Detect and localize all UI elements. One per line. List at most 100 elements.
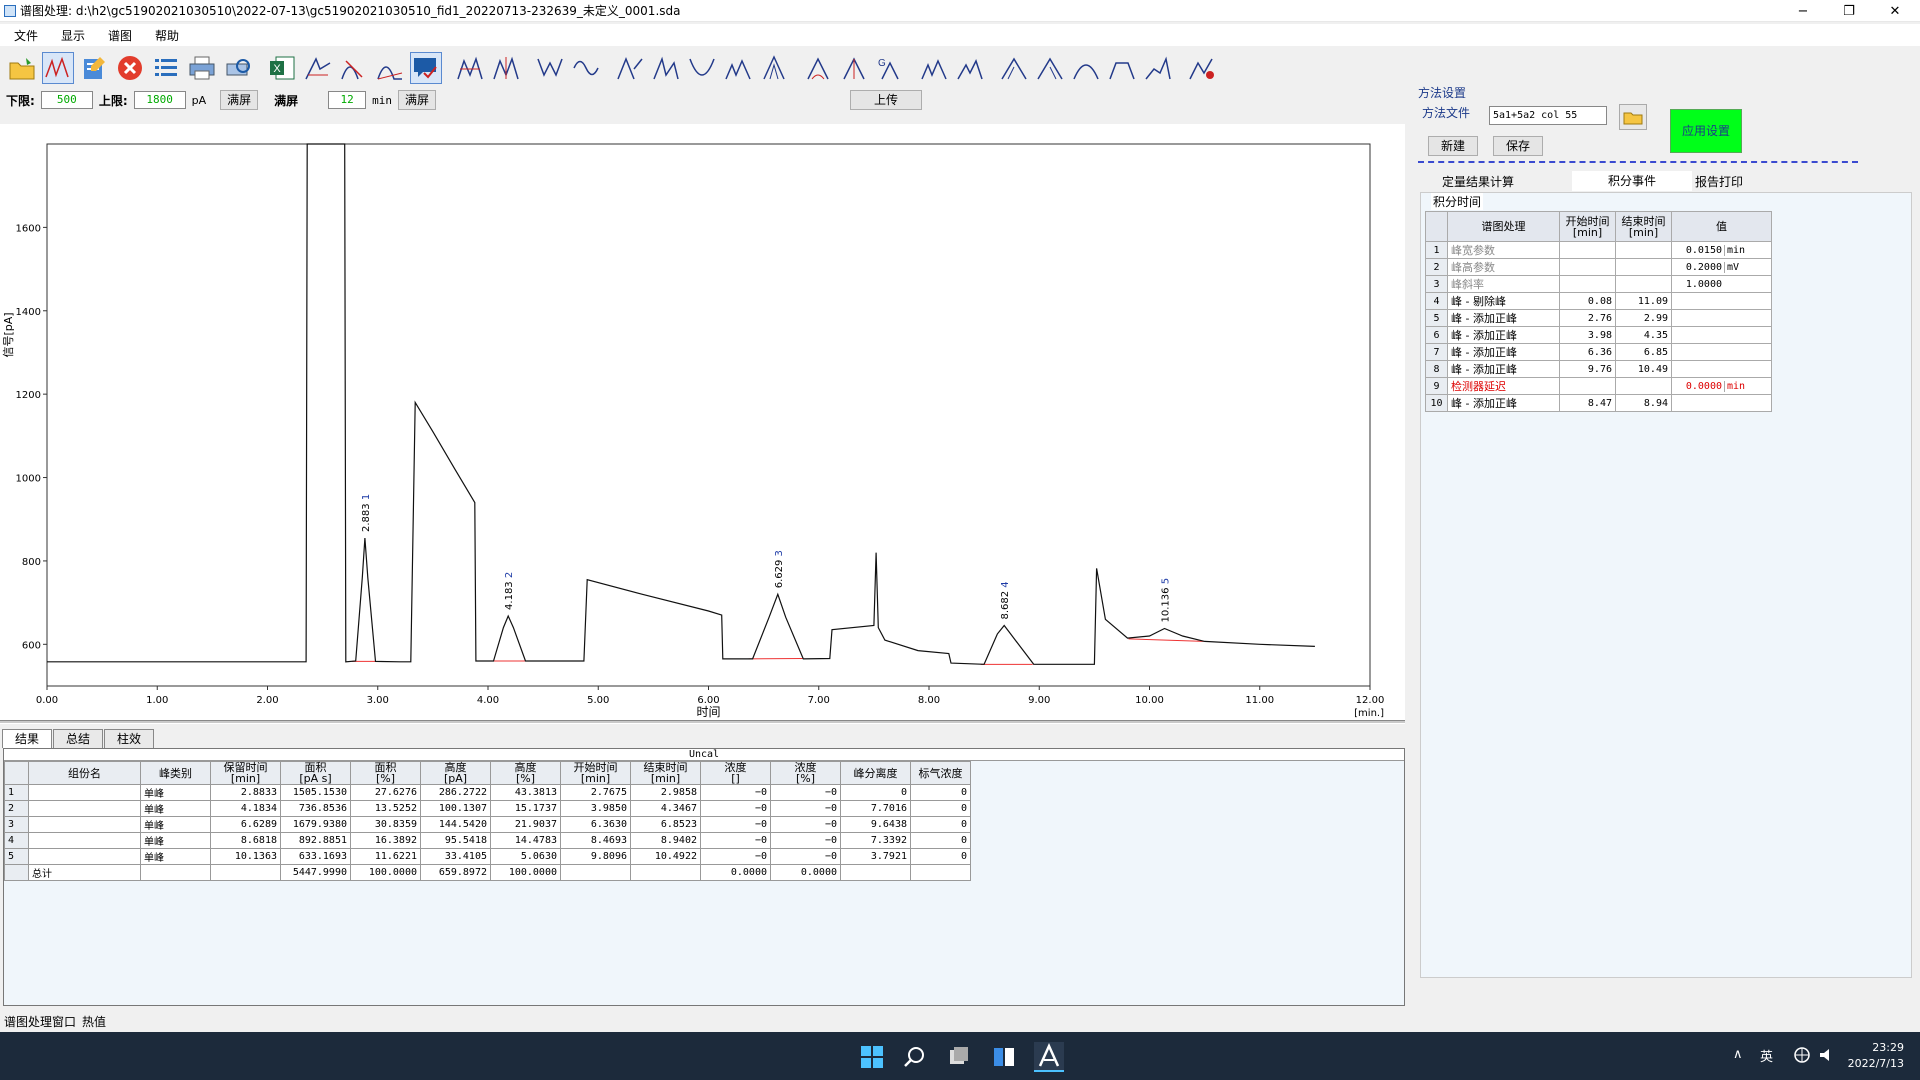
peak-split-icon[interactable]	[490, 52, 522, 84]
open-folder-icon[interactable]	[6, 52, 38, 84]
tab-column-efficiency[interactable]: 柱效	[104, 729, 155, 748]
event-row[interactable]: 7峰 - 添加正峰 6.36 6.85	[1425, 343, 1772, 361]
tab-results[interactable]: 结果	[2, 729, 53, 748]
results-col-header[interactable]: 组份名	[28, 761, 141, 785]
tab-quant-calc[interactable]: 定量结果计算	[1442, 173, 1514, 190]
save-method-button[interactable]: 保存	[1493, 136, 1543, 156]
double-peak-icon[interactable]	[722, 52, 754, 84]
volume-icon[interactable]	[1818, 1046, 1836, 1064]
event-row[interactable]: 1 峰宽参数 0.0150 min	[1425, 241, 1772, 259]
app-taskbar-icon[interactable]	[1034, 1042, 1064, 1072]
peak-settings-icon[interactable]	[1186, 52, 1218, 84]
excel-icon[interactable]: X	[266, 52, 298, 84]
browse-folder-icon[interactable]	[1619, 104, 1647, 130]
table-row[interactable]: 1 单峰 2.8833 1505.1530 27.6276 286.2722 43.3813…	[4, 784, 971, 801]
valley-icon[interactable]	[534, 52, 566, 84]
results-col-header[interactable]: 浓度 [%]	[770, 761, 841, 785]
results-col-header[interactable]: 高度 [%]	[490, 761, 561, 785]
tab-summary[interactable]: 总结	[53, 729, 104, 748]
event-row[interactable]: 2 峰高参数 0.2000 mV	[1425, 258, 1772, 276]
event-value-cell[interactable]: 0.0000 min	[1671, 377, 1772, 395]
task-view-icon[interactable]	[947, 1045, 971, 1069]
event-value-cell[interactable]: 1.0000	[1671, 275, 1772, 293]
peak-tool-5-icon[interactable]	[1070, 52, 1102, 84]
menu-view[interactable]: 显示	[61, 27, 85, 44]
results-col-header[interactable]: 高度 [pA]	[420, 761, 491, 785]
event-value-cell[interactable]	[1671, 292, 1772, 310]
event-value-cell[interactable]	[1671, 309, 1772, 327]
upload-button[interactable]: 上传	[850, 90, 922, 110]
results-col-header[interactable]: 结束时间 [min]	[630, 761, 701, 785]
shoulder-icon[interactable]	[614, 52, 646, 84]
print-icon[interactable]	[186, 52, 218, 84]
event-row[interactable]: 10 峰 - 添加正峰 8.47 8.94	[1425, 394, 1772, 412]
peak-label[interactable]: 4.183 2	[504, 572, 515, 610]
results-col-header[interactable]: 开始时间 [min]	[560, 761, 631, 785]
apply-settings-button[interactable]: 应用设置	[1670, 109, 1742, 153]
tab-report-print[interactable]: 报告打印	[1695, 173, 1743, 190]
event-row[interactable]: 4峰 - 剔除峰 0.08 11.09	[1425, 292, 1772, 310]
dip-icon[interactable]	[686, 52, 718, 84]
menu-help[interactable]: 帮助	[155, 27, 179, 44]
ime-indicator[interactable]: 英	[1760, 1046, 1773, 1065]
minimize-button[interactable]: −	[1780, 0, 1826, 22]
peak-tool-4-icon[interactable]	[1034, 52, 1066, 84]
event-value-cell[interactable]: 0.0150 min	[1671, 241, 1772, 259]
peak-mark-a-icon[interactable]	[802, 52, 834, 84]
chromatogram-icon[interactable]	[42, 52, 74, 84]
peak-label[interactable]: 8.682 4	[1000, 581, 1011, 619]
results-col-header[interactable]: 面积 [pA s]	[280, 761, 351, 785]
menu-chromatogram[interactable]: 谱图	[108, 27, 132, 44]
event-value-cell[interactable]	[1671, 326, 1772, 344]
results-col-header[interactable]: 浓度 []	[700, 761, 771, 785]
upper-limit-input[interactable]: 1800	[133, 91, 186, 109]
event-row[interactable]: 3 峰斜率 1.0000	[1425, 275, 1772, 293]
results-col-header[interactable]: 保留时间 [min]	[210, 761, 281, 785]
time-input[interactable]: 12	[328, 91, 367, 109]
peak-tool-2-icon[interactable]	[954, 52, 986, 84]
sharp-peak-icon[interactable]	[758, 52, 790, 84]
event-row[interactable]: 9 检测器延迟 0.0000 min	[1425, 377, 1772, 395]
start-icon[interactable]	[860, 1045, 884, 1069]
event-value-cell[interactable]	[1671, 394, 1772, 412]
table-row[interactable]: 3 单峰 6.6289 1679.9380 30.8359 144.5420 21.9037…	[4, 816, 971, 833]
peak-label[interactable]: 10.136 5	[1160, 578, 1171, 623]
peak-tool-7-icon[interactable]	[1142, 52, 1174, 84]
list-icon[interactable]	[150, 52, 182, 84]
peak-tool-6-icon[interactable]	[1106, 52, 1138, 84]
peak-add-icon[interactable]	[454, 52, 486, 84]
annotation-icon[interactable]	[410, 52, 442, 84]
search-icon[interactable]	[903, 1045, 927, 1069]
full-screen-y-button[interactable]: 满屏	[220, 90, 259, 110]
event-row[interactable]: 8峰 - 添加正峰 9.76 10.49	[1425, 360, 1772, 378]
network-icon[interactable]	[1793, 1046, 1811, 1064]
print-preview-icon[interactable]	[222, 52, 254, 84]
table-row[interactable]: 5 单峰 10.1363 633.1693 11.6221 33.4105 5.0630 9.…	[4, 848, 971, 865]
results-col-header[interactable]: 峰类别	[140, 761, 211, 785]
results-col-header[interactable]: 标气浓度	[910, 761, 971, 785]
tab-integration-events[interactable]: 积分事件	[1572, 171, 1692, 191]
event-value-cell[interactable]	[1671, 343, 1772, 361]
delete-icon[interactable]	[114, 52, 146, 84]
table-row[interactable]: 2 单峰 4.1834 736.8536 13.5252 100.1307 15.1737 3…	[4, 800, 971, 817]
peak-tool-3-icon[interactable]	[998, 52, 1030, 84]
maximize-button[interactable]: ❐	[1826, 0, 1872, 22]
method-file-input[interactable]: 5a1+5a2 col 55	[1489, 106, 1607, 125]
table-row[interactable]: 4 单峰 8.6818 892.8851 16.3892 95.5418 14.4783 8.…	[4, 832, 971, 849]
results-col-header[interactable]: 面积 [%]	[350, 761, 421, 785]
negative-peak-icon[interactable]	[570, 52, 602, 84]
event-value-cell[interactable]	[1671, 360, 1772, 378]
event-row[interactable]: 5峰 - 添加正峰 2.76 2.99	[1425, 309, 1772, 327]
tangent-icon[interactable]	[650, 52, 682, 84]
menu-file[interactable]: 文件	[14, 27, 38, 44]
peak-group-icon[interactable]: G	[874, 52, 906, 84]
full-screen-x-button[interactable]: 满屏	[398, 90, 437, 110]
chart-splitter[interactable]	[0, 720, 1405, 723]
peak-tool-icon[interactable]	[302, 52, 334, 84]
event-value-cell[interactable]: 0.2000 mV	[1671, 258, 1772, 276]
tray-expand-icon[interactable]: ∧	[1733, 1047, 1743, 1062]
peak-tool-1-icon[interactable]	[918, 52, 950, 84]
peak-baseline-icon[interactable]	[374, 52, 406, 84]
edit-note-icon[interactable]	[78, 52, 110, 84]
lower-limit-input[interactable]: 500	[40, 91, 93, 109]
